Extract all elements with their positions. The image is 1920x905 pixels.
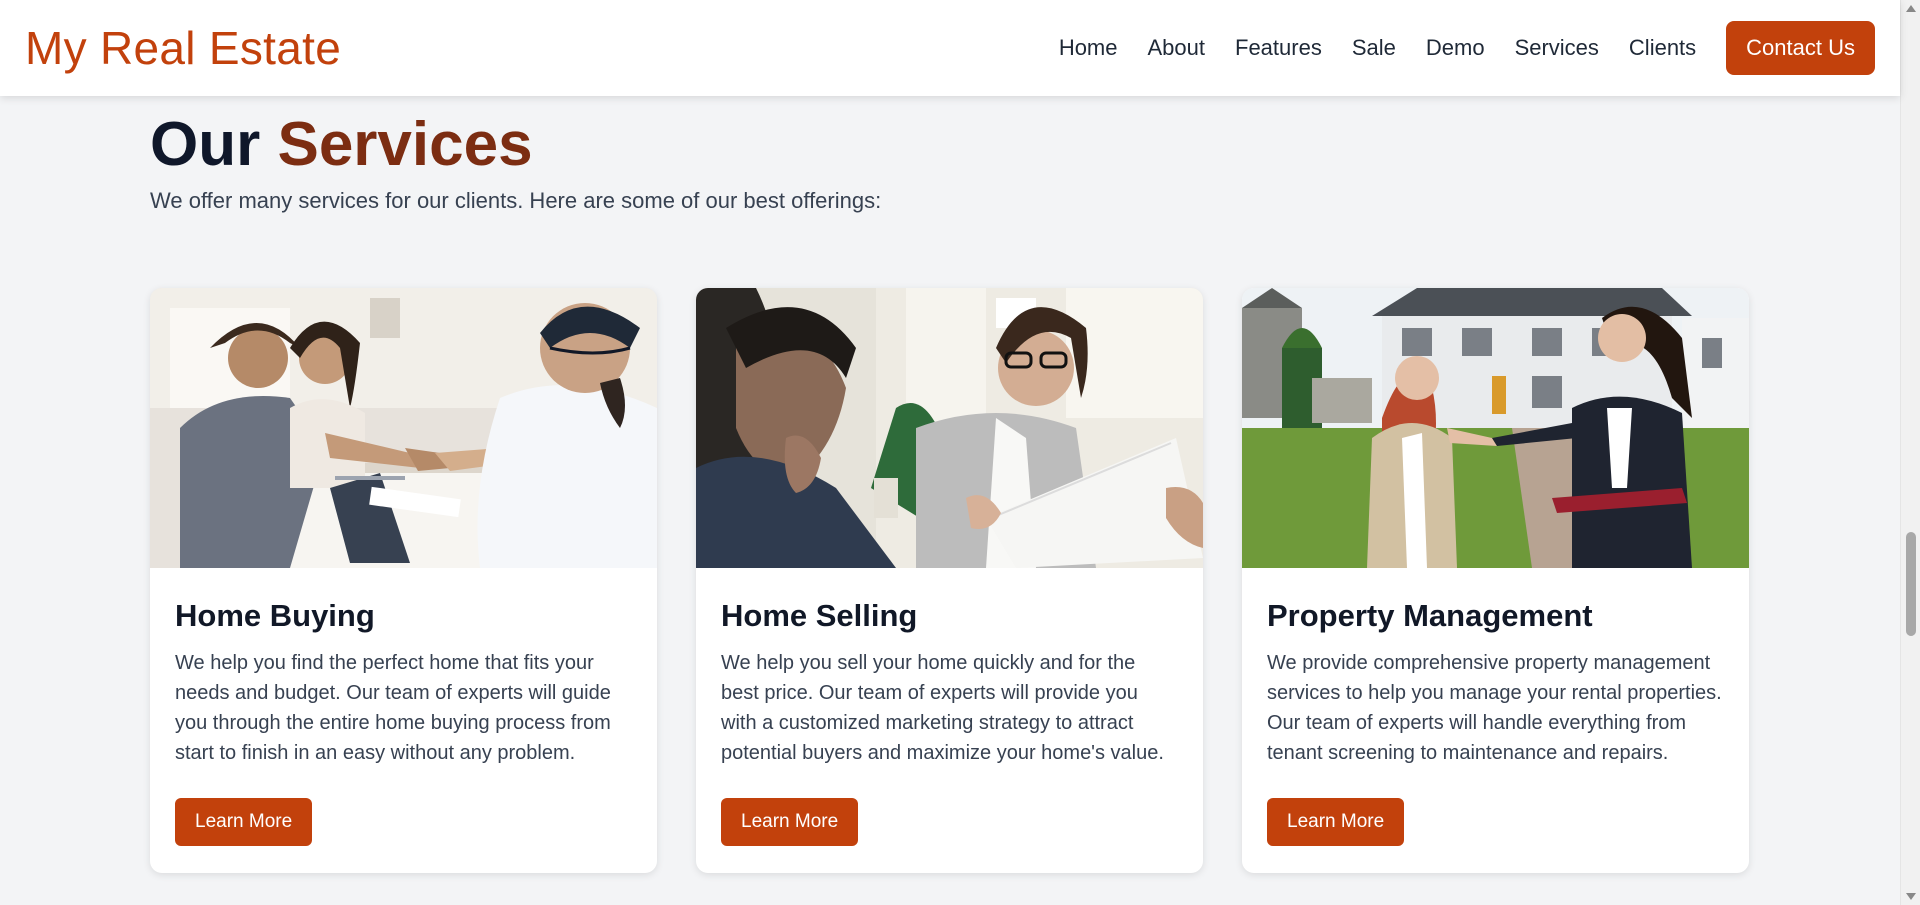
nav-services[interactable]: Services	[1515, 35, 1599, 61]
scroll-up-arrow-icon[interactable]	[1906, 5, 1916, 12]
main-nav: Home About Features Sale Demo Services C…	[1059, 21, 1875, 75]
site-header: My Real Estate Home About Features Sale …	[0, 0, 1900, 96]
card-body: Home Buying We help you find the perfect…	[150, 568, 657, 768]
card-title: Property Management	[1267, 598, 1593, 633]
page-scrollbar[interactable]	[1900, 0, 1920, 905]
consultation-documents-photo	[696, 288, 1203, 568]
title-part-our: Our	[150, 110, 261, 179]
site-logo[interactable]: My Real Estate	[25, 21, 341, 75]
card-title: Home Buying	[175, 598, 375, 633]
card-title: Home Selling	[721, 598, 918, 633]
learn-more-button[interactable]: Learn More	[721, 798, 859, 846]
nav-home[interactable]: Home	[1059, 35, 1118, 61]
learn-more-button[interactable]: Learn More	[175, 798, 313, 846]
nav-about[interactable]: About	[1148, 35, 1206, 61]
handshake-meeting-photo	[150, 288, 657, 568]
nav-sale[interactable]: Sale	[1352, 35, 1396, 61]
nav-features[interactable]: Features	[1235, 35, 1322, 61]
card-description: We help you sell your home quickly and f…	[721, 652, 1164, 764]
service-card-home-selling: Home Selling We help you sell your home …	[696, 288, 1203, 873]
scroll-down-arrow-icon[interactable]	[1906, 893, 1916, 900]
agent-showing-house-photo	[1242, 288, 1749, 568]
nav-clients[interactable]: Clients	[1629, 35, 1696, 61]
card-description: We help you find the perfect home that f…	[175, 652, 611, 764]
learn-more-button[interactable]: Learn More	[1267, 798, 1405, 846]
card-body: Property Management We provide comprehen…	[1242, 568, 1749, 768]
service-card-home-buying: Home Buying We help you find the perfect…	[150, 288, 657, 873]
card-body: Home Selling We help you sell your home …	[696, 568, 1203, 768]
scrollbar-thumb[interactable]	[1906, 532, 1916, 636]
service-cards: Home Buying We help you find the perfect…	[150, 288, 1749, 873]
card-description: We provide comprehensive property manage…	[1267, 652, 1722, 764]
service-card-property-management: Property Management We provide comprehen…	[1242, 288, 1749, 873]
section-subtitle: We offer many services for our clients. …	[150, 188, 882, 214]
contact-us-button[interactable]: Contact Us	[1726, 21, 1875, 75]
section-title: Our Services	[150, 108, 1750, 182]
nav-demo[interactable]: Demo	[1426, 35, 1485, 61]
services-section: Our Services We offer many services for …	[150, 108, 1750, 873]
title-part-services: Services	[277, 110, 533, 179]
